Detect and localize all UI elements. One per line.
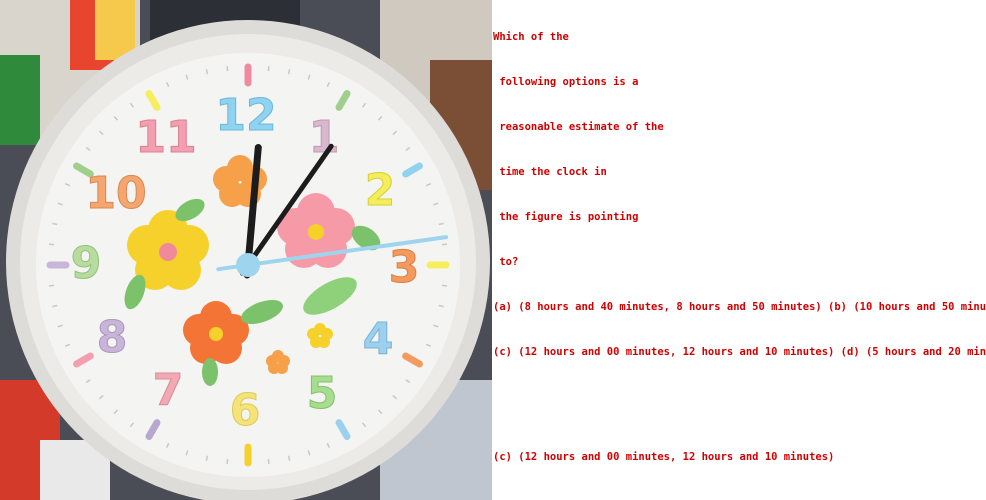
question-line-3: reasonable estimate of the — [493, 121, 664, 133]
numeral-3: 3 — [389, 242, 420, 293]
minute-tick — [205, 69, 209, 75]
question-line-6: to? — [493, 256, 519, 268]
numeral-12: 12 — [215, 90, 276, 141]
question-line-1: Which of the — [493, 31, 569, 43]
minute-tick — [52, 304, 58, 308]
numeral-7: 7 — [153, 365, 184, 416]
minute-tick — [49, 284, 55, 287]
numeral-2: 2 — [365, 165, 396, 216]
numeral-6: 6 — [230, 385, 261, 436]
minute-tick — [438, 304, 444, 308]
minute-tick — [441, 243, 447, 246]
question-line-5: the figure is pointing — [493, 211, 639, 223]
minute-tick — [441, 284, 447, 287]
minute-tick — [49, 243, 55, 246]
minute-tick — [52, 222, 58, 226]
minute-tick — [226, 66, 229, 72]
answer-line: (c) (12 hours and 00 minutes, 12 hours a… — [493, 451, 835, 463]
clock-photo: 12 1 2 3 4 5 6 7 8 9 10 11 — [0, 0, 492, 500]
question-line-4: time the clock in — [493, 166, 607, 178]
numeral-10: 10 — [85, 168, 146, 219]
minute-tick — [267, 458, 270, 464]
minute-tick — [287, 69, 291, 75]
question-line-2: following options is a — [493, 76, 639, 88]
numeral-4: 4 — [363, 314, 394, 365]
numeral-8: 8 — [97, 312, 128, 363]
question-panel: Which of the following options is a reas… — [493, 0, 986, 500]
minute-tick — [287, 455, 291, 461]
numeral-5: 5 — [307, 368, 338, 419]
minute-tick — [205, 455, 209, 461]
options-line-2: (c) (12 hours and 00 minutes, 12 hours a… — [493, 346, 986, 358]
options-line-1: (a) (8 hours and 40 minutes, 8 hours and… — [493, 301, 986, 313]
minute-tick — [226, 458, 229, 464]
numeral-9: 9 — [71, 238, 102, 289]
clock-illustration: 12 1 2 3 4 5 6 7 8 9 10 11 — [0, 0, 492, 500]
minute-tick — [438, 222, 444, 226]
minute-tick — [267, 66, 270, 72]
numeral-11: 11 — [135, 112, 196, 163]
hand-pivot — [236, 253, 260, 277]
